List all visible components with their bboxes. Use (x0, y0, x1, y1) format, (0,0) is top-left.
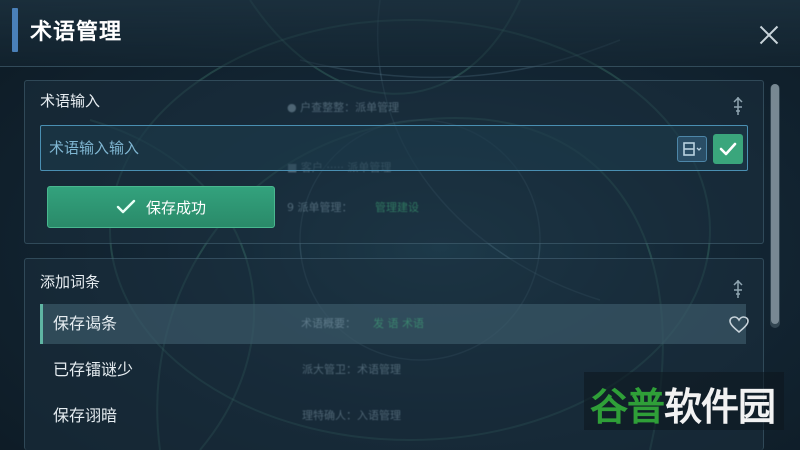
scrollbar-thumb[interactable] (771, 84, 779, 324)
entry-label: 保存诩暗 (53, 406, 118, 425)
layout-select-icon[interactable] (677, 136, 707, 162)
dialog-header: 术语管理 (0, 0, 800, 67)
term-input-panel: 术语输入 ● 户查整整：派单管理 ■ 客户 ····· 派单管理 9 派单管理：… (24, 80, 764, 244)
background-text: 管理建设 (375, 201, 419, 214)
vertical-scrollbar[interactable] (770, 84, 780, 328)
pin-icon[interactable] (731, 279, 745, 299)
save-success-label: 保存成功 (145, 198, 206, 217)
background-text: ● 户查整整：派单管理 (287, 101, 400, 114)
heart-icon[interactable] (729, 316, 749, 334)
background-text: 理特确人：入语管理 (302, 409, 401, 422)
watermark-logo: 谷普软件园 (584, 372, 784, 430)
watermark-text-green: 谷普 (590, 385, 665, 429)
title-accent-bar (12, 8, 18, 52)
add-entry-panel-title: 添加词条 (40, 273, 101, 291)
background-text: 9 派单管理： (287, 201, 353, 214)
background-text: 术语概要： (301, 317, 356, 330)
confirm-check-button[interactable] (713, 134, 743, 164)
term-input[interactable] (41, 126, 661, 170)
check-icon (116, 199, 136, 214)
entry-label: 已存镭谜少 (53, 360, 134, 379)
dialog-title: 术语管理 (30, 20, 123, 45)
check-icon (719, 142, 737, 156)
term-input-container (40, 125, 748, 171)
term-management-dialog: 术语管理 术语输入 ● 户查整整：派单管理 ■ 客户 ····· 派单管理 9 … (0, 0, 800, 450)
background-text: 发 语 术语 (373, 317, 424, 330)
close-icon[interactable] (756, 22, 782, 48)
watermark-text-white: 软件园 (664, 385, 776, 429)
entry-label: 保存谒条 (53, 314, 118, 333)
background-text: 派大管卫：术语管理 (302, 363, 401, 376)
pin-icon[interactable] (731, 96, 745, 116)
entry-item[interactable]: 保存谒条 术语概要： 发 语 术语 (40, 304, 749, 344)
save-success-button[interactable]: 保存成功 (47, 186, 275, 228)
term-input-panel-title: 术语输入 (40, 92, 101, 110)
